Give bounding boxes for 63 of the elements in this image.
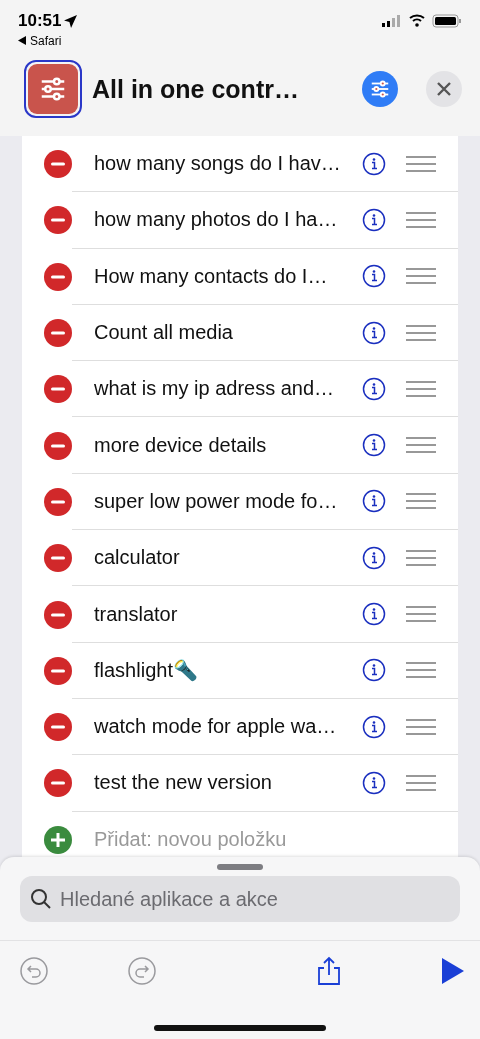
back-arrow-icon (18, 36, 26, 45)
share-button[interactable] (316, 955, 342, 986)
reorder-icon[interactable] (406, 606, 436, 622)
reorder-icon[interactable] (406, 774, 436, 791)
info-icon[interactable] (362, 489, 386, 514)
search-field[interactable]: Hledané aplikace a akce (20, 876, 460, 922)
shortcut-title: All in one contr… (92, 74, 300, 104)
sliders-icon (369, 78, 391, 100)
close-icon (436, 81, 452, 97)
info-icon[interactable] (362, 714, 386, 739)
delete-icon[interactable] (44, 206, 72, 235)
delete-icon[interactable] (44, 544, 72, 573)
settings-button[interactable] (362, 71, 398, 107)
action-label[interactable]: more device details (72, 433, 360, 457)
delete-icon[interactable] (44, 431, 72, 460)
delete-icon[interactable] (44, 656, 72, 685)
info-icon[interactable] (362, 433, 386, 458)
action-label[interactable]: How many contacts do I… (72, 264, 360, 288)
location-icon (64, 14, 78, 28)
action-label[interactable]: watch mode for apple wa… (72, 715, 360, 739)
info-icon[interactable] (362, 264, 386, 289)
app-icon[interactable] (24, 60, 82, 118)
delete-icon[interactable] (44, 487, 72, 516)
reorder-icon[interactable] (406, 324, 436, 341)
delete-icon[interactable] (44, 375, 72, 404)
reorder-icon[interactable] (406, 437, 436, 454)
back-link[interactable]: Safari (18, 34, 462, 48)
info-icon[interactable] (362, 545, 386, 570)
action-label[interactable]: what is my ip adress and… (72, 377, 360, 401)
run-button[interactable] (442, 957, 464, 984)
delete-icon[interactable] (44, 150, 72, 179)
reorder-icon[interactable] (406, 211, 436, 228)
action-label[interactable]: test the new version (72, 771, 360, 795)
reorder-icon[interactable] (406, 268, 436, 285)
info-icon[interactable] (362, 207, 386, 232)
delete-icon[interactable] (44, 713, 72, 742)
reorder-icon[interactable] (406, 549, 436, 566)
reorder-icon[interactable] (406, 380, 436, 397)
action-label[interactable]: Count all media (72, 321, 360, 345)
delete-icon[interactable] (44, 769, 72, 798)
delete-icon[interactable] (44, 262, 72, 291)
delete-icon[interactable] (44, 319, 72, 348)
info-icon[interactable] (362, 602, 386, 626)
status-time: 10:51 (18, 11, 78, 31)
action-label[interactable]: how many photos do I ha… (72, 208, 360, 232)
reorder-icon[interactable] (406, 155, 436, 172)
search-icon (30, 888, 52, 910)
action-label[interactable]: super low power mode fo… (72, 489, 360, 513)
delete-icon[interactable] (44, 600, 72, 629)
close-button[interactable] (426, 71, 462, 107)
info-icon[interactable] (362, 658, 386, 683)
reorder-icon[interactable] (406, 662, 436, 679)
info-icon[interactable] (362, 770, 386, 795)
info-icon[interactable] (362, 151, 386, 176)
action-label[interactable]: calculator (72, 546, 360, 570)
action-label[interactable]: flashlight🔦 (72, 658, 360, 683)
info-icon[interactable] (362, 376, 386, 401)
info-icon[interactable] (362, 320, 386, 345)
reorder-icon[interactable] (406, 493, 436, 510)
action-label[interactable]: how many songs do I hav… (72, 152, 360, 176)
reorder-icon[interactable] (406, 718, 436, 735)
add-icon[interactable] (44, 825, 72, 854)
action-label[interactable]: translator (72, 602, 360, 626)
